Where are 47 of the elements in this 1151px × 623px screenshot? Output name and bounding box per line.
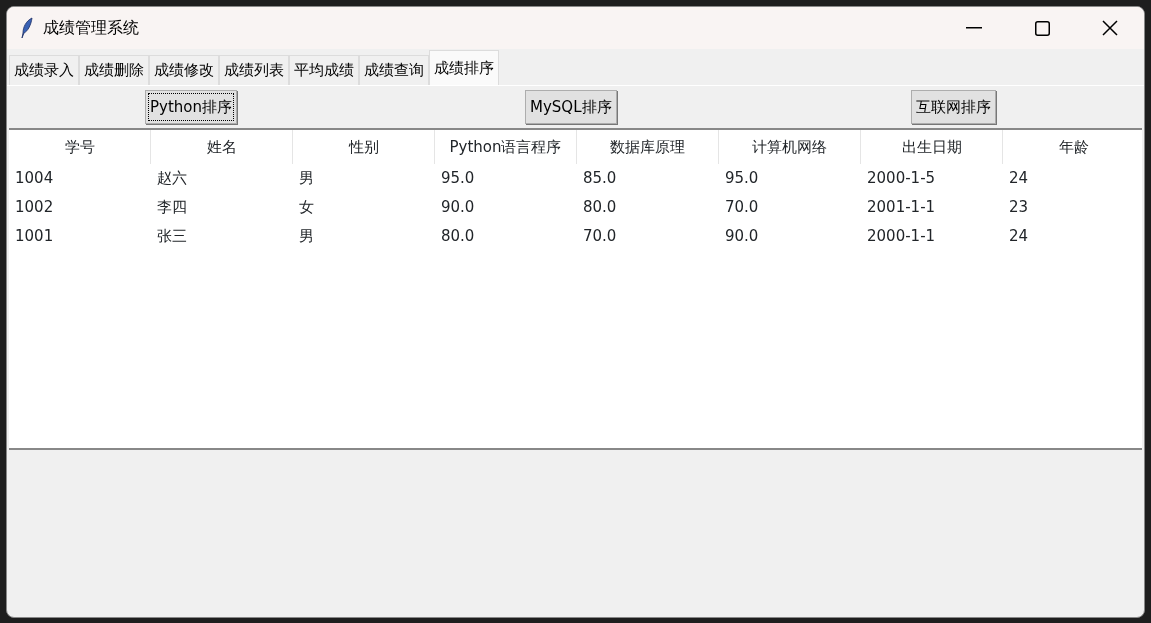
close-icon[interactable] [1102, 20, 1118, 36]
tab[interactable]: 平均成绩 [289, 55, 359, 85]
tab[interactable]: 成绩录入 [9, 55, 79, 85]
tab[interactable]: 成绩修改 [149, 55, 219, 85]
tab[interactable]: 成绩查询 [359, 55, 429, 85]
sort-button[interactable]: Python排序 [145, 90, 237, 124]
column-header[interactable]: 性别 [348, 138, 379, 156]
table-cell: 95.0 [441, 169, 475, 187]
column-header[interactable]: 姓名 [206, 138, 237, 156]
table-cell: 24 [1009, 169, 1029, 187]
table-cell: 1004 [15, 169, 54, 187]
table-cell: 男 [299, 227, 314, 245]
sort-button[interactable]: MySQL排序 [525, 90, 617, 124]
table-cell: 2000-1-1 [867, 227, 936, 245]
feather-icon [21, 17, 33, 39]
table-cell: 2001-1-1 [867, 198, 936, 216]
table-cell: 1002 [15, 198, 54, 216]
column-header[interactable]: 学号 [64, 138, 95, 156]
tab[interactable]: 成绩删除 [79, 55, 149, 85]
minimize-icon[interactable] [966, 27, 982, 29]
table-cell: 70.0 [583, 227, 617, 245]
table-cell: 80.0 [441, 227, 475, 245]
table-cell: 23 [1009, 198, 1029, 216]
table-cell: 85.0 [583, 169, 617, 187]
column-header[interactable]: 计算机网络 [752, 138, 827, 156]
table-cell: 1001 [15, 227, 54, 245]
column-header[interactable]: 数据库原理 [610, 138, 685, 156]
table-cell: 90.0 [725, 227, 759, 245]
tab[interactable]: 成绩排序 [429, 50, 499, 85]
sort-button[interactable]: 互联网排序 [911, 90, 996, 124]
table-cell: 90.0 [441, 198, 475, 216]
maximize-icon[interactable] [1034, 20, 1050, 36]
table-cell: 70.0 [725, 198, 759, 216]
table-cell: 2000-1-5 [867, 169, 936, 187]
column-header[interactable]: Python语言程序 [449, 138, 562, 156]
table-cell: 女 [299, 198, 314, 216]
table-cell: 24 [1009, 227, 1029, 245]
column-header[interactable]: 年龄 [1058, 138, 1089, 156]
column-header[interactable]: 出生日期 [901, 138, 962, 156]
table-cell: 80.0 [583, 198, 617, 216]
window-title: 成绩管理系统 [43, 17, 139, 39]
tab[interactable]: 成绩列表 [219, 55, 289, 85]
table-cell: 李四 [157, 198, 187, 216]
table-cell: 男 [299, 169, 314, 187]
table-cell: 张三 [157, 227, 187, 245]
table-cell: 95.0 [725, 169, 759, 187]
table-cell: 赵六 [157, 169, 187, 187]
